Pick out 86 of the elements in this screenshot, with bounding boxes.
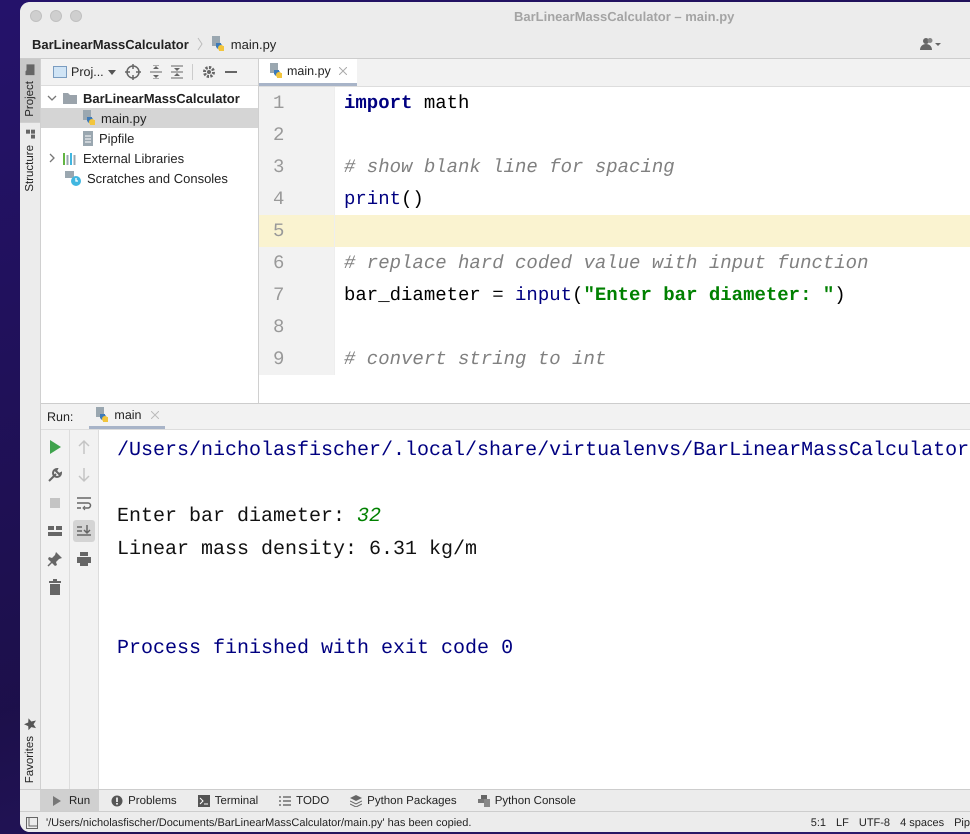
status-item[interactable]: Pip [954,817,970,829]
console-line: Enter bar diameter: 32 [117,505,382,528]
tool-window-tab[interactable]: Problems [99,790,186,811]
settings-icon [202,65,216,79]
line-number: 3 [259,151,335,183]
editor-tab[interactable]: main.py [259,59,357,86]
python-file-icon [95,407,110,423]
chevron-right-icon [47,153,57,163]
status-item[interactable]: UTF-8 [858,817,890,829]
scroll-to-end-button[interactable] [73,520,95,542]
layers-icon [350,794,362,806]
tool-window-tab[interactable]: Run [40,790,100,811]
code-line: # convert string to int [343,348,606,370]
chevron-down-icon [47,93,57,103]
printer-icon [76,551,92,567]
layout-icon [47,523,63,539]
tool-window-tab[interactable]: Python Packages [338,790,466,811]
line-number: 7 [259,279,335,311]
favorites-tab[interactable]: Favorites [20,710,40,789]
tree-item[interactable]: External Libraries [41,148,258,168]
run-icon [47,439,63,455]
locate-icon [124,64,141,80]
close-icon [150,411,158,419]
caret-icon [108,70,116,74]
console-line: Linear mass density: 6.31 kg/m [117,538,478,561]
scroll-to-end-icon [76,523,92,539]
soft-wrap-icon [76,495,92,511]
close-icon [338,67,347,75]
tree-item[interactable]: main.py [41,108,258,128]
chevron-right-icon [196,37,203,51]
status-item[interactable]: 5:1 [810,817,826,829]
line-number: 2 [259,119,335,151]
tree-item[interactable]: Scratches and Consoles [41,168,258,188]
line-number: 9 [259,343,335,375]
minimize-icon [224,71,237,73]
tool-window-tab[interactable]: Python Console [466,790,585,811]
tree-item[interactable]: BarLinearMassCalculator [41,88,258,108]
stop-icon [47,495,63,511]
panel-icon [53,66,67,78]
python-file-icon [210,36,225,52]
line-number: 1 [259,87,335,119]
line-number: 6 [259,247,335,279]
breadcrumb-item[interactable]: BarLinearMassCalculator [32,36,189,52]
folder-icon [25,64,35,76]
tool-window-tab[interactable]: TODO [267,790,338,811]
status-item[interactable]: LF [836,817,849,829]
breadcrumb-item[interactable]: main.py [230,36,276,52]
wrench-icon [47,467,63,483]
trash-icon [47,579,63,595]
python-file-icon [82,110,96,126]
expand-all-icon [150,65,162,79]
run-configuration-tab[interactable]: main [89,404,164,429]
project-view-dropdown[interactable]: Proj... [53,65,116,79]
code-line: print() [343,188,424,210]
pin-icon [47,551,63,567]
code-line: import math [343,92,470,114]
status-message: '/Users/nicholasfischer/Documents/BarLinearMassCalculator/main.py' has been copied. [46,817,472,829]
terminal-icon [198,794,210,806]
tool-window-tab[interactable]: Terminal [186,790,268,811]
libraries-icon [62,152,78,164]
star-icon [24,718,36,730]
code-line: bar_diameter = input("Enter bar diameter: ") [343,284,846,306]
side-tab[interactable]: Project [20,59,40,123]
folder-icon [62,91,78,105]
line-number: 4 [259,183,335,215]
file-icon [82,130,94,146]
code-line: # show blank line for spacing [343,156,675,178]
console-line: Process finished with exit code 0 [117,637,514,660]
window-title: BarLinearMassCalculator – main.py [514,9,734,24]
console-line: /Users/nicholasfischer/.local/share/virtualenvs/BarLinearMassCalculator [117,439,970,462]
side-tab[interactable]: Structure [20,122,40,198]
status-toggle-icon [26,817,38,829]
user-menu-icon [920,37,942,51]
collapse-all-icon [170,65,183,79]
list-icon [279,794,292,806]
run-label: Run: [47,410,74,424]
code-line: # replace hard coded value with input function [343,252,868,274]
arrow-down-icon [76,467,92,483]
alert-icon [111,794,124,806]
python-file-icon [269,63,283,79]
status-item[interactable]: 4 spaces [900,817,944,829]
scratches-icon [64,170,82,186]
line-number: 8 [259,311,335,343]
tree-item[interactable]: Pipfile [41,128,258,148]
arrow-up-icon [76,439,92,455]
structure-icon [25,128,35,139]
